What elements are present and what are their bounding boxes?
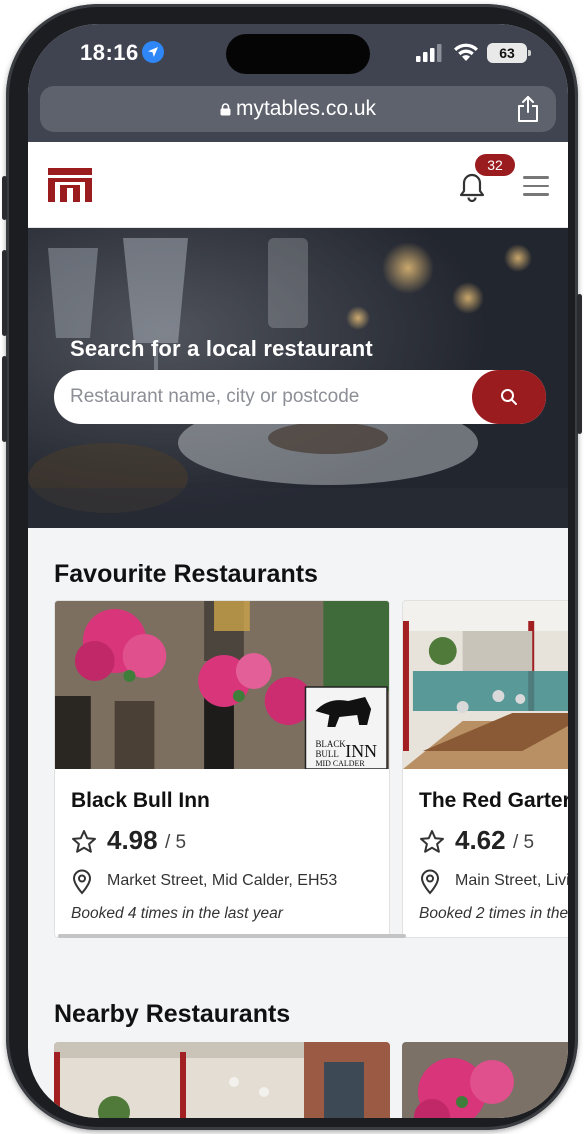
search-box	[54, 370, 546, 424]
bell-icon[interactable]	[458, 172, 486, 202]
hero-banner: Search for a local restaurant	[28, 228, 568, 528]
signal-icon	[416, 44, 442, 62]
rating-value: 4.98	[107, 825, 158, 855]
nearby-restaurant-card[interactable]	[402, 1042, 568, 1118]
battery-indicator: 63	[487, 43, 531, 63]
url-text: mytables.co.uk	[235, 97, 377, 120]
star-icon	[420, 830, 444, 853]
dynamic-island	[226, 34, 370, 74]
mute-switch	[2, 176, 7, 220]
browser-chrome: 18:16 63 mytables.co.uk	[28, 24, 568, 142]
status-bar: 18:16 63	[28, 24, 568, 82]
address-text: Main Street, Livingston	[455, 872, 568, 889]
notification-badge[interactable]: 32	[475, 154, 515, 176]
restaurant-photo	[403, 601, 568, 769]
screen: 18:16 63 mytables.co.uk 32 Search for a …	[28, 24, 568, 1118]
phone-frame: 18:16 63 mytables.co.uk 32 Search for a …	[2, 4, 582, 1130]
hero-title: Search for a local restaurant	[70, 336, 373, 361]
volume-up-button	[2, 250, 7, 336]
booking-count: Booked 4 times in the last year	[71, 905, 283, 922]
rating-max: / 5	[513, 832, 535, 853]
rating-max: / 5	[165, 832, 187, 853]
pin-icon	[72, 869, 92, 895]
search-button[interactable]	[472, 370, 546, 424]
carousel-scrollbar[interactable]	[58, 934, 406, 938]
site-header: 32	[28, 142, 568, 228]
favourites-title: Favourite Restaurants	[54, 560, 318, 588]
booking-count: Booked 2 times in the last year	[419, 905, 568, 922]
svg-text:MID CALDER: MID CALDER	[315, 759, 365, 768]
search-input[interactable]	[70, 370, 470, 424]
volume-down-button	[2, 356, 7, 442]
nearby-title: Nearby Restaurants	[54, 1000, 291, 1028]
url-display[interactable]: mytables.co.uk	[40, 97, 556, 121]
search-icon	[501, 389, 517, 405]
status-time: 18:16	[80, 40, 139, 65]
location-arrow-icon	[142, 41, 164, 63]
lock-icon	[220, 103, 231, 116]
star-icon	[72, 830, 96, 853]
svg-text:BULL: BULL	[315, 749, 338, 759]
address-text: Market Street, Mid Calder, EH53	[107, 872, 338, 889]
url-bar[interactable]: mytables.co.uk	[40, 86, 556, 132]
share-icon[interactable]	[516, 95, 540, 123]
logo-icon[interactable]	[48, 168, 92, 202]
restaurant-card[interactable]: BLACK BULL INN MID CALDER Black Bull Inn…	[54, 600, 390, 938]
restaurant-photo: BLACK BULL INN MID CALDER	[55, 601, 389, 769]
svg-text:BLACK: BLACK	[315, 739, 346, 749]
wifi-icon	[454, 43, 478, 61]
menu-icon[interactable]	[523, 176, 549, 196]
rating-value: 4.62	[455, 825, 506, 855]
restaurant-name[interactable]: Black Bull Inn	[71, 789, 210, 813]
nearby-restaurant-card[interactable]	[54, 1042, 390, 1118]
restaurant-name[interactable]: The Red Garter	[419, 789, 568, 813]
power-button	[577, 294, 582, 434]
pin-icon	[420, 869, 440, 895]
restaurant-card[interactable]: The Red Garter 4.62 / 5 Main Street, Liv…	[402, 600, 568, 938]
